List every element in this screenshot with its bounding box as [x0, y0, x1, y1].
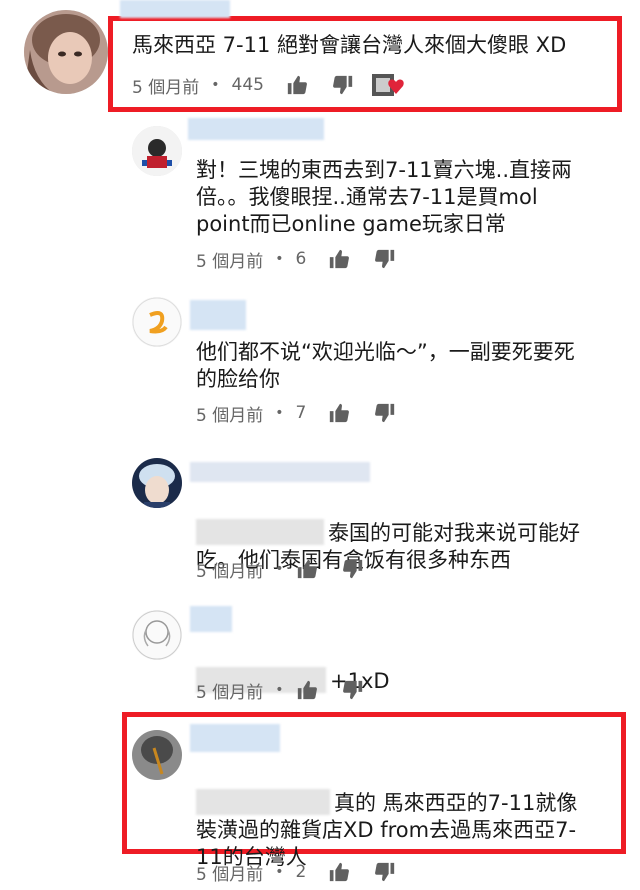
mention-hidden	[196, 519, 324, 545]
separator-dot: •	[275, 405, 284, 421]
avatar[interactable]	[132, 730, 182, 780]
separator-dot: •	[211, 77, 220, 93]
avatar[interactable]	[132, 126, 182, 176]
thumbs-down-icon[interactable]	[374, 861, 396, 883]
thumbs-down-icon[interactable]	[374, 248, 396, 270]
comment-text: 馬來西亞 7-11 絕對會讓台灣人來個大傻眼 XD	[132, 33, 567, 57]
separator-dot: •	[275, 682, 284, 698]
comment-meta: 5 個月前 • 6	[196, 246, 396, 272]
thumbs-up-icon[interactable]	[296, 558, 318, 580]
thumbs-down-icon[interactable]	[342, 558, 364, 580]
comment-time: 5 個月前	[132, 77, 200, 98]
like-count: 2	[295, 862, 307, 882]
avatar[interactable]	[132, 297, 182, 347]
comment-thread: 馬來西亞 7-11 絕對會讓台灣人來個大傻眼 XD 5 個月前 • 445 對！…	[0, 0, 640, 890]
author-name-hidden	[190, 724, 280, 752]
like-count: 445	[231, 75, 264, 95]
comment-meta: 5 個月前 • 2	[196, 859, 396, 885]
like-count: 6	[295, 249, 307, 269]
comment-text: 真的 馬來西亞的7-11就像 裝潢過的雜貨店XD from去過馬來西亞7- 11的台…	[196, 762, 577, 871]
comment-time: 5 個月前	[196, 682, 264, 703]
comment-meta: 5 個月前 •	[196, 556, 364, 582]
comment-text-line: 真的 馬來西亞的7-11就像	[334, 791, 578, 815]
thumbs-up-icon[interactable]	[286, 74, 308, 96]
separator-dot: •	[275, 561, 284, 577]
comment-text: 對！三塊的東西去到7-11賣六塊..直接兩 倍。。我傻眼捏..通常去7-11是買…	[196, 158, 573, 236]
author-name-hidden	[190, 606, 232, 632]
author-name-hidden	[190, 462, 370, 482]
comment-text-line: 泰国的可能对我来说可能好	[328, 521, 580, 545]
separator-dot: •	[275, 251, 284, 267]
comment-meta: 5 個月前 •	[196, 677, 364, 703]
author-name-hidden	[120, 0, 230, 18]
thumbs-up-icon[interactable]	[328, 402, 350, 424]
thumbs-up-icon[interactable]	[328, 248, 350, 270]
comment-meta: 5 個月前 • 445	[132, 72, 406, 98]
separator-dot: •	[275, 864, 284, 880]
comment-time: 5 個月前	[196, 405, 264, 426]
comment-text: 他们都不说“欢迎光临～”，一副要死要死 的脸给你	[196, 340, 575, 391]
comment-time: 5 個月前	[196, 864, 264, 885]
thumbs-up-icon[interactable]	[328, 861, 350, 883]
comment-time: 5 個月前	[196, 561, 264, 582]
mention-hidden	[196, 789, 330, 815]
thumbs-down-icon[interactable]	[332, 74, 354, 96]
like-count: 7	[295, 403, 307, 423]
comment-time: 5 個月前	[196, 251, 264, 272]
avatar[interactable]	[132, 610, 182, 660]
comment-meta: 5 個月前 • 7	[196, 400, 396, 426]
avatar[interactable]	[24, 10, 108, 94]
comment-text-line: 裝潢過的雜貨店XD from去過馬來西亞7-	[196, 818, 577, 842]
thumbs-down-icon[interactable]	[342, 679, 364, 701]
creator-heart-icon	[371, 72, 406, 98]
avatar[interactable]	[132, 458, 182, 508]
thumbs-up-icon[interactable]	[296, 679, 318, 701]
author-name-hidden	[190, 300, 246, 330]
thumbs-down-icon[interactable]	[374, 402, 396, 424]
author-name-hidden	[188, 118, 324, 140]
